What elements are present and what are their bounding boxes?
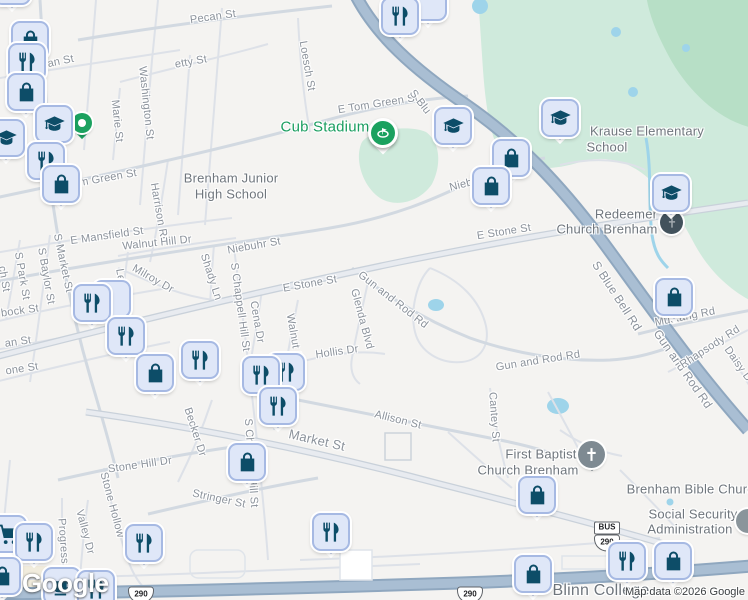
google-logo[interactable]: Google: [22, 568, 109, 599]
markers-layer: [0, 0, 748, 600]
marker-green-dot-icon[interactable]: [72, 113, 92, 140]
map-viewport[interactable]: Pecan St can St etty St Loesch St Washington…: [0, 0, 748, 600]
marker-stadium-icon[interactable]: [368, 118, 398, 155]
